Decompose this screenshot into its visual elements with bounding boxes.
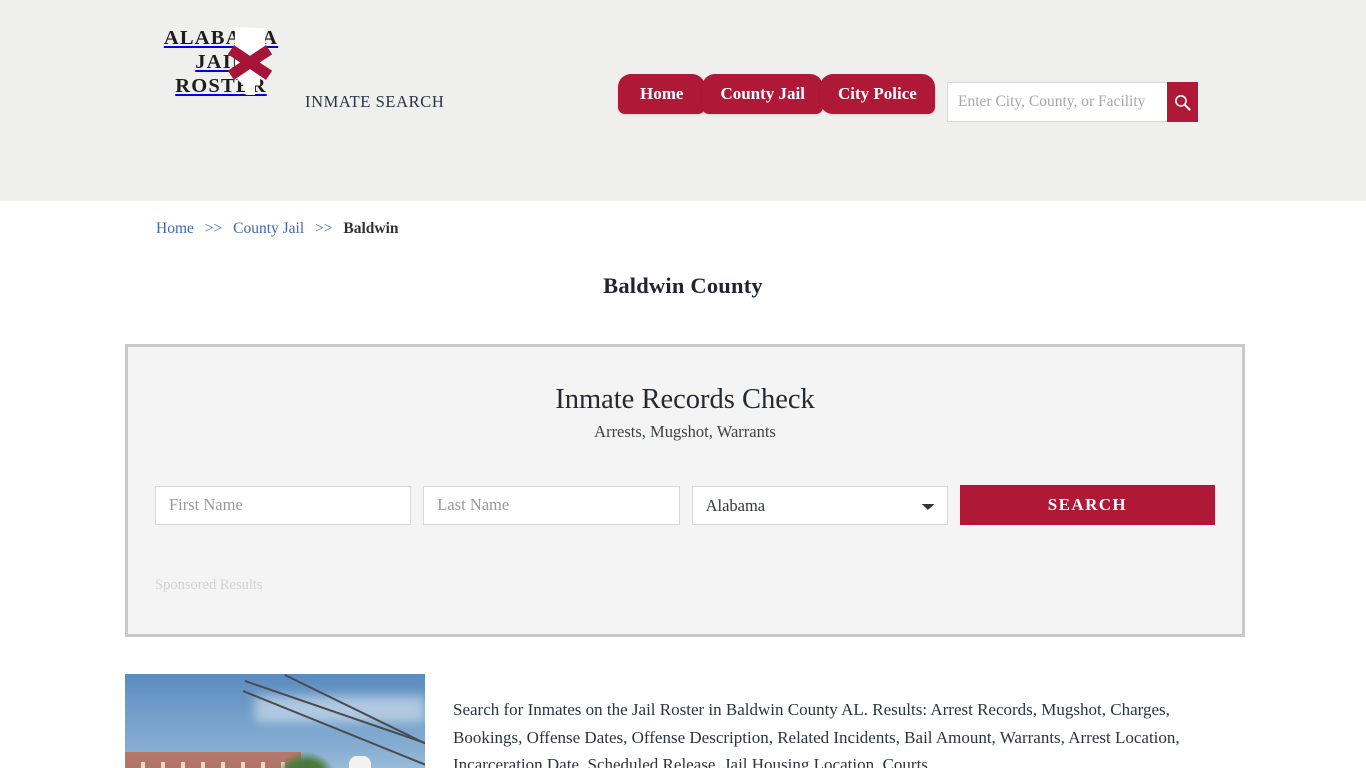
county-description: Search for Inmates on the Jail Roster in… bbox=[453, 700, 1180, 768]
breadcrumb-separator-1: >> bbox=[204, 220, 223, 237]
jail-photo bbox=[125, 674, 425, 768]
sponsored-results-label: Sponsored Results bbox=[155, 577, 263, 594]
search-icon bbox=[1175, 94, 1191, 111]
page-title: Baldwin County bbox=[603, 273, 763, 298]
panel-header: Inmate Records Check Arrests, Mugshot, W… bbox=[128, 347, 1242, 442]
nav-item-home[interactable]: Home bbox=[618, 74, 706, 115]
inmate-records-panel: Inmate Records Check Arrests, Mugshot, W… bbox=[125, 344, 1245, 637]
breadcrumb: Home >> County Jail >> Baldwin bbox=[123, 201, 1243, 238]
site-tagline: INMATE SEARCH bbox=[305, 92, 445, 111]
breadcrumb-item-home[interactable]: Home bbox=[156, 220, 194, 237]
breadcrumb-item-county-jail[interactable]: County Jail bbox=[233, 220, 304, 237]
nav-item-city-police[interactable]: City Police bbox=[819, 74, 935, 115]
county-info-row: Search for Inmates on the Jail Roster in… bbox=[123, 674, 1243, 768]
main-navigation: Home County Jail City Police bbox=[618, 74, 935, 115]
last-name-input[interactable] bbox=[423, 485, 680, 525]
panel-title: Inmate Records Check bbox=[555, 384, 815, 415]
header-search bbox=[947, 82, 1198, 122]
header-search-button[interactable] bbox=[1167, 82, 1198, 122]
search-submit-button[interactable]: SEARCH bbox=[959, 485, 1216, 526]
first-name-input[interactable] bbox=[155, 485, 412, 525]
panel-subtitle: Arrests, Mugshot, Warrants bbox=[594, 422, 776, 442]
site-logo[interactable]: ALABAMA JAIL ROSTER bbox=[156, 27, 286, 98]
header-search-input[interactable] bbox=[947, 82, 1167, 122]
nav-item-county-jail[interactable]: County Jail bbox=[702, 74, 823, 115]
state-select[interactable]: Alabama bbox=[691, 485, 948, 525]
site-header: ALABAMA JAIL ROSTER INMATE SEARCH Home C… bbox=[0, 0, 1366, 201]
breadcrumb-separator-2: >> bbox=[315, 220, 333, 237]
breadcrumb-item-current: Baldwin bbox=[343, 220, 399, 237]
inmate-search-form: Alabama SEARCH bbox=[155, 485, 1216, 526]
